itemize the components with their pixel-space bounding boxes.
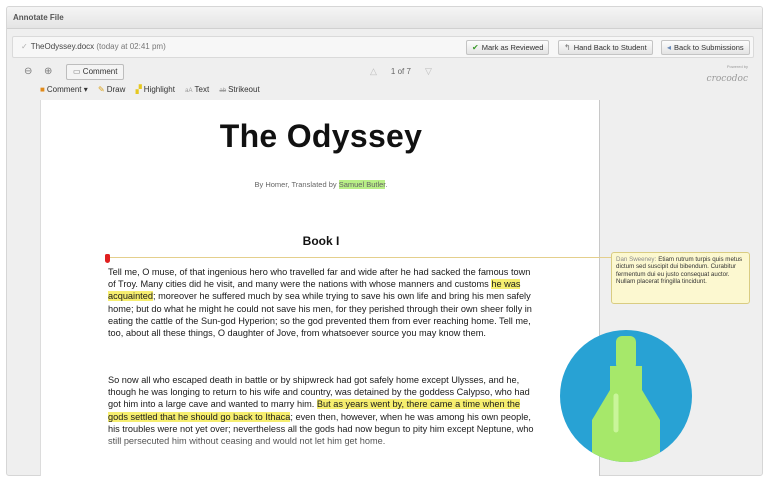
comment-author: Dan Sweeney: bbox=[616, 256, 657, 263]
highlighter-marker-icon bbox=[592, 336, 660, 462]
paragraph-1: Tell me, O muse, of that ingenious hero … bbox=[108, 266, 538, 339]
tool-draw[interactable]: ✎ Draw bbox=[98, 85, 125, 94]
brand-name: crocodoc bbox=[706, 74, 748, 84]
byline-prefix: By Homer, Translated by bbox=[254, 180, 339, 189]
file-bar: ✓ TheOdyssey.docx (today at 02:41 pm) ✔ Ma… bbox=[12, 36, 754, 58]
zoom-out-icon[interactable]: ⊖ bbox=[24, 66, 32, 77]
tool-text-label: Text bbox=[194, 85, 210, 94]
checkmark-icon: ✔ bbox=[472, 43, 479, 52]
tool-highlight-label: Highlight bbox=[143, 85, 175, 94]
tool-strikeout-label: Strikeout bbox=[228, 85, 260, 94]
brand-powered: Powered by bbox=[726, 64, 748, 69]
back-arrow-icon: ◂ bbox=[667, 43, 672, 52]
tool-comment-label: Comment bbox=[46, 85, 82, 94]
comment-note[interactable]: Dan Sweeney: Etiam rutrum turpis quis met… bbox=[611, 252, 750, 304]
document-byline: By Homer, Translated by Samuel Butler. bbox=[41, 180, 599, 189]
file-timestamp: (today at 02:41 pm) bbox=[96, 42, 166, 51]
viewer-toolbar: ⊖ ⊕ ▭ Comment △ 1 of 7 ▽ Powered by crocod… bbox=[12, 64, 754, 85]
brand-logo: Powered by crocodoc bbox=[707, 65, 748, 85]
chevron-down-icon: ▾ bbox=[83, 85, 88, 94]
arrow-left-icon: ↰ bbox=[564, 43, 571, 52]
mark-reviewed-label: Mark as Reviewed bbox=[481, 43, 544, 52]
strikeout-tool-icon: ab bbox=[219, 88, 227, 94]
tool-draw-label: Draw bbox=[106, 85, 126, 94]
pencil-icon: ✎ bbox=[98, 85, 105, 94]
page-fade bbox=[41, 430, 599, 476]
speech-bubble-icon: ▭ bbox=[73, 67, 81, 76]
paragraph-1-text-a: Tell me, O muse, of that ingenious hero … bbox=[108, 267, 531, 290]
tool-highlight[interactable]: ▞ Highlight bbox=[136, 85, 175, 94]
comment-toggle-label: Comment bbox=[82, 67, 118, 76]
byline-highlight[interactable]: Samuel Butler bbox=[338, 180, 386, 189]
hand-back-label: Hand Back to Student bbox=[573, 43, 647, 52]
window-title: Annotate File bbox=[7, 7, 762, 29]
zoom-in-icon[interactable]: ⊕ bbox=[44, 66, 52, 77]
tool-comment[interactable]: ■ Comment ▾ bbox=[40, 85, 88, 94]
comment-tool-icon: ■ bbox=[40, 85, 45, 94]
highlighter-badge bbox=[560, 330, 692, 462]
tool-text[interactable]: aA Text bbox=[185, 85, 209, 94]
file-info: ✓ TheOdyssey.docx (today at 02:41 pm) bbox=[21, 42, 166, 51]
page-indicator: 1 of 7 bbox=[390, 67, 411, 76]
prev-page-icon[interactable]: △ bbox=[370, 66, 377, 76]
comment-pin-icon[interactable] bbox=[105, 254, 110, 263]
file-check-icon: ✓ bbox=[21, 42, 28, 51]
back-to-submissions-button[interactable]: ◂ Back to Submissions bbox=[661, 40, 750, 55]
next-page-icon[interactable]: ▽ bbox=[425, 66, 432, 76]
back-to-submissions-label: Back to Submissions bbox=[674, 43, 744, 52]
tool-strikeout[interactable]: ab Strikeout bbox=[219, 85, 259, 94]
mark-reviewed-button[interactable]: ✔ Mark as Reviewed bbox=[466, 40, 550, 55]
highlighter-icon: ▞ bbox=[135, 85, 142, 94]
paragraph-1-text-b: ; moreover he suffered much by sea while… bbox=[108, 291, 532, 339]
byline-suffix: . bbox=[385, 180, 388, 189]
document-page: The Odyssey By Homer, Translated by Samu… bbox=[40, 100, 600, 476]
comment-leader-line bbox=[110, 257, 612, 258]
annotation-tools: ■ Comment ▾ ✎ Draw ▞ Highlight aA Text ab Str… bbox=[40, 85, 268, 99]
page-navigator: △ 1 of 7 ▽ bbox=[356, 66, 446, 77]
comment-toggle-button[interactable]: ▭ Comment bbox=[66, 64, 125, 80]
hand-back-button[interactable]: ↰ Hand Back to Student bbox=[558, 40, 653, 55]
document-title: The Odyssey bbox=[219, 118, 423, 154]
book-heading: Book I bbox=[302, 234, 340, 248]
file-name: TheOdyssey.docx bbox=[30, 42, 95, 51]
text-tool-icon: aA bbox=[185, 88, 193, 94]
